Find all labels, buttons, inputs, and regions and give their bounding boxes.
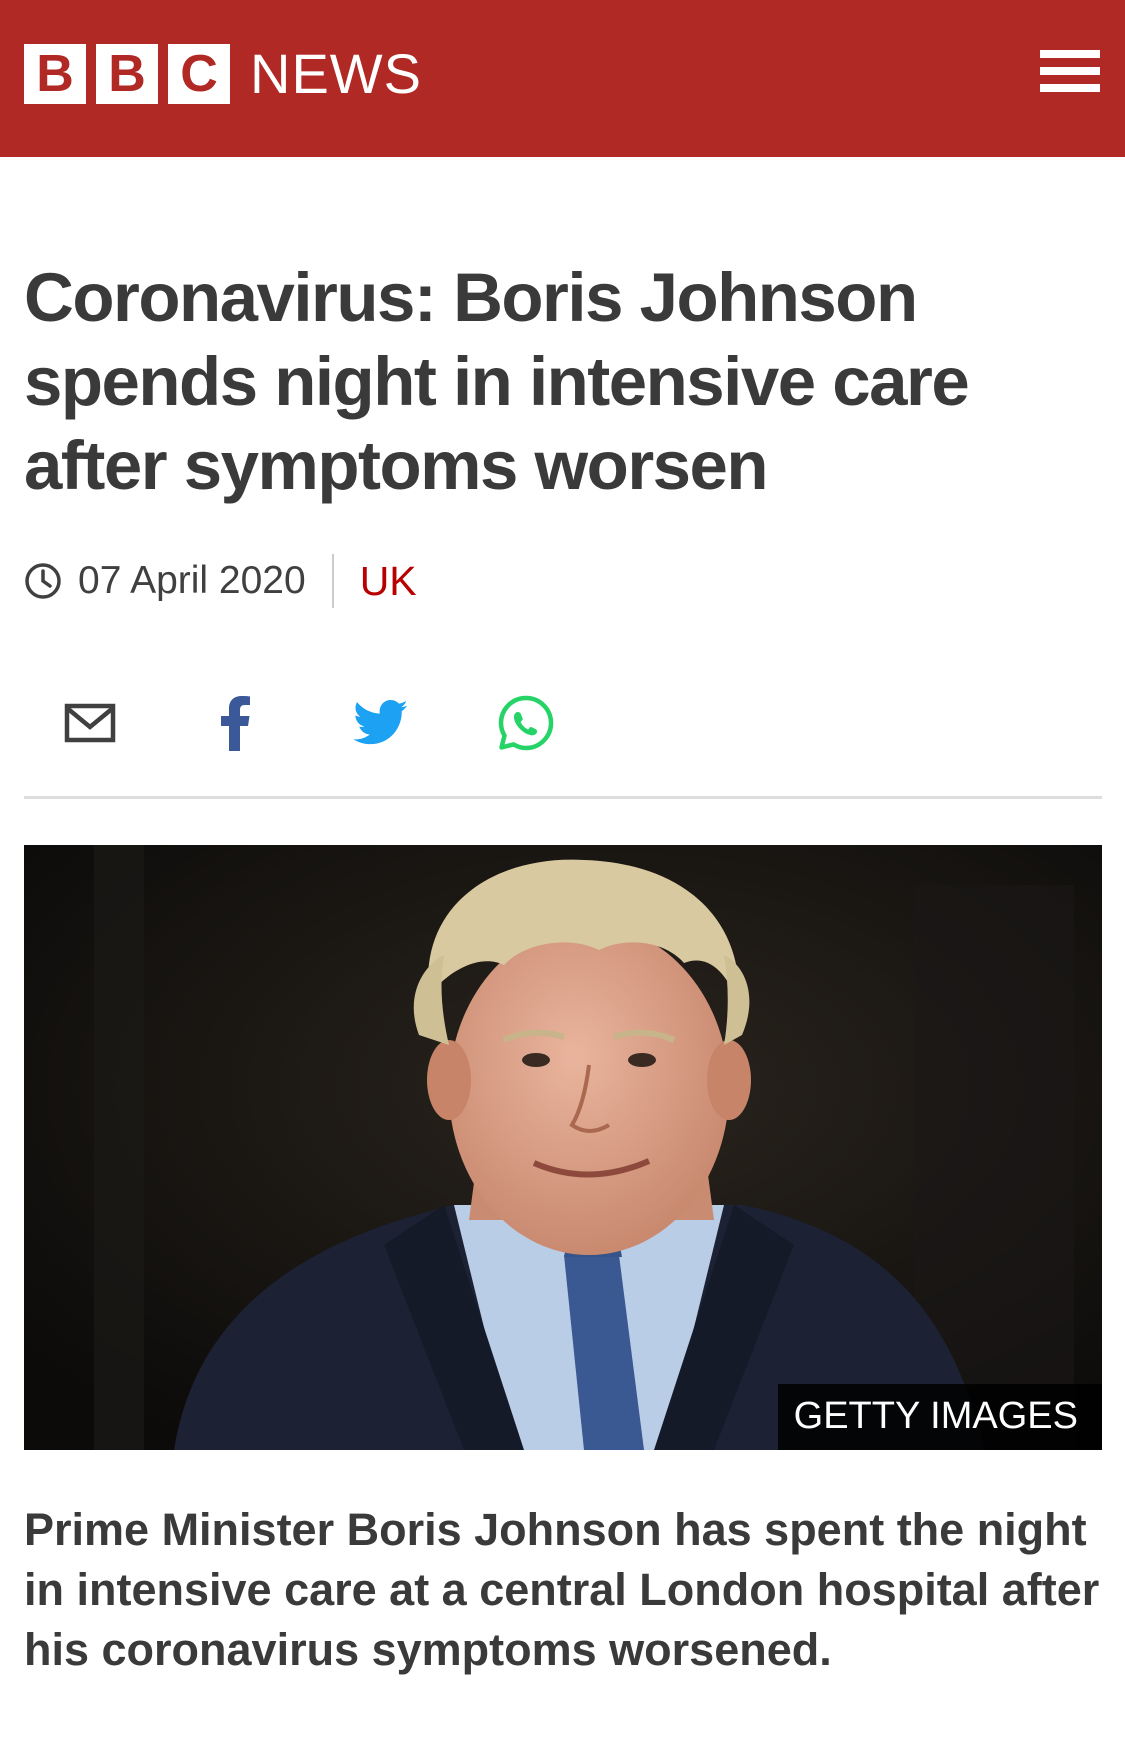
logo-letter-b1: B xyxy=(24,44,86,104)
section-link-uk[interactable]: UK xyxy=(360,558,417,605)
twitter-icon[interactable] xyxy=(341,688,421,758)
article-hero-image: GETTY IMAGES xyxy=(24,845,1102,1450)
email-icon[interactable] xyxy=(50,688,130,758)
meta-divider xyxy=(331,554,334,608)
logo-news-text: NEWS xyxy=(250,42,422,105)
logo-letter-b2: B xyxy=(96,44,158,104)
share-tools xyxy=(24,688,1102,799)
article-intro: Prime Minister Boris Johnson has spent t… xyxy=(24,1504,1100,1675)
article-meta: 07 April 2020 UK xyxy=(24,553,417,609)
facebook-icon[interactable] xyxy=(195,688,275,758)
article-date: 07 April 2020 xyxy=(78,559,306,602)
image-credit: GETTY IMAGES xyxy=(777,1384,1102,1450)
whatsapp-icon[interactable] xyxy=(486,688,566,758)
hamburger-menu-icon[interactable] xyxy=(1040,50,1100,98)
clock-icon xyxy=(24,562,62,600)
bbc-news-logo[interactable]: B B C NEWS xyxy=(24,44,422,104)
article-headline: Coronavirus: Boris Johnson spends night … xyxy=(24,259,970,504)
top-bar: B B C NEWS xyxy=(0,0,1125,157)
boris-johnson-portrait xyxy=(24,845,1102,1450)
logo-letter-c: C xyxy=(168,44,230,104)
